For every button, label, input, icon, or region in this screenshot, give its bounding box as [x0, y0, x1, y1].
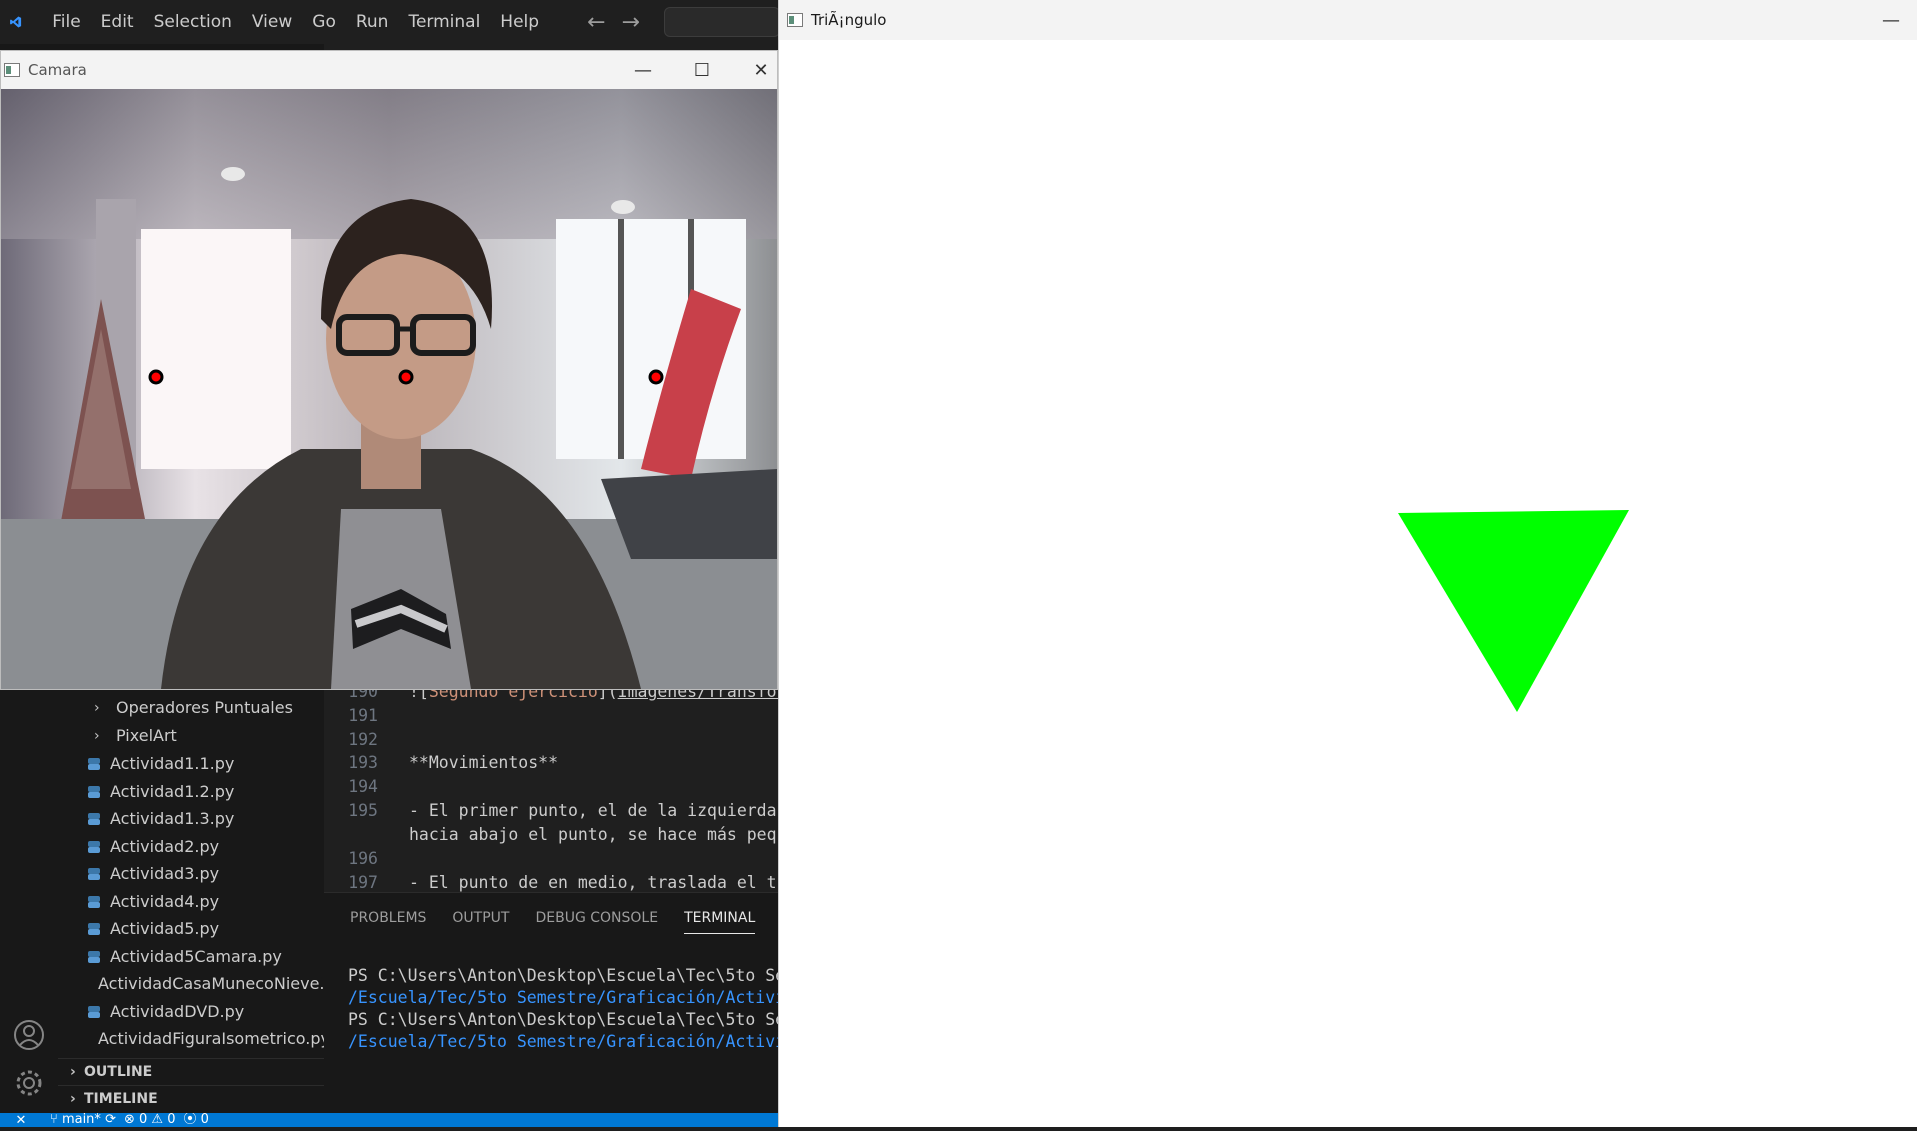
python-file-icon — [88, 785, 100, 798]
python-file-icon — [88, 840, 100, 853]
section-outline[interactable]: › OUTLINE — [58, 1058, 324, 1085]
line-number: 196 — [348, 849, 378, 868]
python-file-icon — [88, 950, 100, 963]
chevron-right-icon: › — [94, 699, 100, 716]
window-app-icon — [787, 13, 803, 27]
python-file-icon — [88, 1005, 100, 1018]
terminal-line: PS C:\Users\Anton\Desktop\Escuela\Tec\5t… — [348, 1010, 825, 1029]
webcam-image — [1, 89, 777, 689]
camara-window: Camara — ☐ ✕ — [0, 50, 778, 690]
triangulo-titlebar[interactable]: TriÃ¡ngulo — — [779, 0, 1917, 40]
vscode-logo-icon[interactable] — [9, 11, 22, 33]
menu-view[interactable]: View — [242, 12, 302, 32]
marker-center — [398, 369, 414, 385]
ports-indicator[interactable]: ⦿ 0 — [184, 1113, 209, 1127]
tree-folder-operadores-puntuales[interactable]: › Operadores Puntuales — [58, 694, 324, 721]
python-file-icon — [88, 812, 100, 825]
sync-icon: ⟳ — [105, 1113, 116, 1127]
line-number: 191 — [348, 706, 378, 725]
tab-debug-console[interactable]: DEBUG CONSOLE — [535, 903, 658, 933]
terminal-line: /Escuela/Tec/5to Semestre/Graficación/Ac… — [348, 988, 815, 1007]
tree-file[interactable]: ActividadFiguraIsometrico.py — [58, 1025, 324, 1052]
menu-selection[interactable]: Selection — [144, 12, 242, 32]
python-file-icon — [88, 922, 100, 935]
tree-file[interactable]: Actividad5Camara.py — [58, 943, 324, 970]
terminal-line: PS C:\Users\Anton\Desktop\Escuela\Tec\5t… — [348, 966, 825, 985]
menu-help[interactable]: Help — [490, 12, 549, 32]
tree-file[interactable]: ActividadCasaMunecoNieve... — [58, 970, 324, 997]
line-number: 192 — [348, 730, 378, 749]
minimize-icon[interactable]: — — [616, 51, 670, 89]
tree-file[interactable]: Actividad2.py — [58, 833, 324, 860]
arrow-right-icon[interactable]: → — [614, 10, 648, 35]
python-file-icon — [88, 895, 100, 908]
chevron-right-icon: › — [70, 1064, 76, 1080]
triangle-canvas — [779, 40, 1917, 1127]
python-file-icon — [88, 757, 100, 770]
branch-icon: ⑂ — [50, 1113, 62, 1127]
menu-go[interactable]: Go — [302, 12, 346, 32]
tree-file[interactable]: Actividad1.3.py — [58, 805, 324, 832]
code-line: - El primer punto, el de la izquierda, — [409, 801, 787, 820]
tree-file[interactable]: Actividad3.py — [58, 860, 324, 887]
ports-icon: ⦿ — [183, 1113, 201, 1127]
green-triangle — [1398, 510, 1629, 712]
tab-output[interactable]: OUTPUT — [452, 903, 509, 933]
problems-indicator[interactable]: ⊗ 0 ⚠ 0 — [124, 1113, 176, 1127]
gear-icon[interactable] — [12, 1066, 46, 1100]
marker-left — [148, 369, 164, 385]
tree-folder-pixelart[interactable]: › PixelArt — [58, 722, 324, 749]
code-line: **Movimientos** — [409, 753, 559, 772]
branch-indicator[interactable]: ⑂ main* ⟳ — [50, 1113, 116, 1127]
window-app-icon — [4, 63, 20, 77]
nav-arrows: ← → — [579, 10, 648, 35]
tree-file[interactable]: Actividad5.py — [58, 915, 324, 942]
triangulo-title: TriÃ¡ngulo — [811, 11, 887, 29]
status-bar: ✕ ⑂ main* ⟳ ⊗ 0 ⚠ 0 ⦿ 0 — [0, 1113, 780, 1127]
menu-file[interactable]: File — [42, 12, 90, 32]
terminal-line: /Escuela/Tec/5to Semestre/Graficación/Ac… — [348, 1032, 815, 1051]
python-file-icon — [88, 867, 100, 880]
menu-edit[interactable]: Edit — [91, 12, 144, 32]
section-timeline[interactable]: › TIMELINE — [58, 1085, 324, 1112]
camera-feed — [1, 89, 777, 689]
chevron-right-icon: › — [70, 1091, 76, 1107]
tree-file[interactable]: ActividadDVD.py — [58, 998, 324, 1025]
maximize-icon[interactable]: ☐ — [675, 51, 729, 89]
minimize-icon[interactable]: — — [1864, 0, 1917, 40]
terminal-output[interactable]: PS C:\Users\Anton\Desktop\Escuela\Tec\5t… — [324, 942, 825, 1113]
line-number: 195 — [348, 801, 378, 820]
line-number: 193 — [348, 753, 378, 772]
account-icon[interactable] — [12, 1018, 46, 1052]
tab-problems[interactable]: PROBLEMS — [350, 903, 426, 933]
tree-file[interactable]: Actividad1.2.py — [58, 778, 324, 805]
triangulo-window: TriÃ¡ngulo — — [778, 0, 1917, 1127]
triangle-drawing — [1398, 510, 1629, 712]
menu-terminal[interactable]: Terminal — [398, 12, 490, 32]
warning-icon: ⚠ — [151, 1113, 168, 1127]
line-number: 197 — [348, 873, 378, 892]
tree-file[interactable]: Actividad4.py — [58, 888, 324, 915]
code-line-wrapped: hacia abajo el punto, se hace más peque — [409, 825, 797, 844]
command-center-search[interactable] — [663, 7, 780, 37]
tab-terminal[interactable]: TERMINAL — [684, 903, 756, 934]
vscode-titlebar: File Edit Selection View Go Run Terminal… — [0, 0, 780, 44]
camara-title: Camara — [28, 61, 87, 79]
marker-right — [648, 369, 664, 385]
error-icon: ⊗ — [123, 1113, 139, 1127]
code-line: - El punto de en medio, traslada el tri — [409, 873, 797, 892]
line-number: 194 — [348, 777, 378, 796]
menu-run[interactable]: Run — [346, 12, 399, 32]
tree-file[interactable]: Actividad1.1.py — [58, 750, 324, 777]
arrow-left-icon[interactable]: ← — [579, 10, 613, 35]
remote-icon[interactable]: ✕ — [0, 1113, 42, 1127]
panel-tab-bar: PROBLEMS OUTPUT DEBUG CONSOLE TERMINAL P… — [324, 892, 801, 943]
camara-titlebar[interactable]: Camara — ☐ ✕ — [1, 51, 777, 89]
chevron-right-icon: › — [94, 727, 100, 744]
